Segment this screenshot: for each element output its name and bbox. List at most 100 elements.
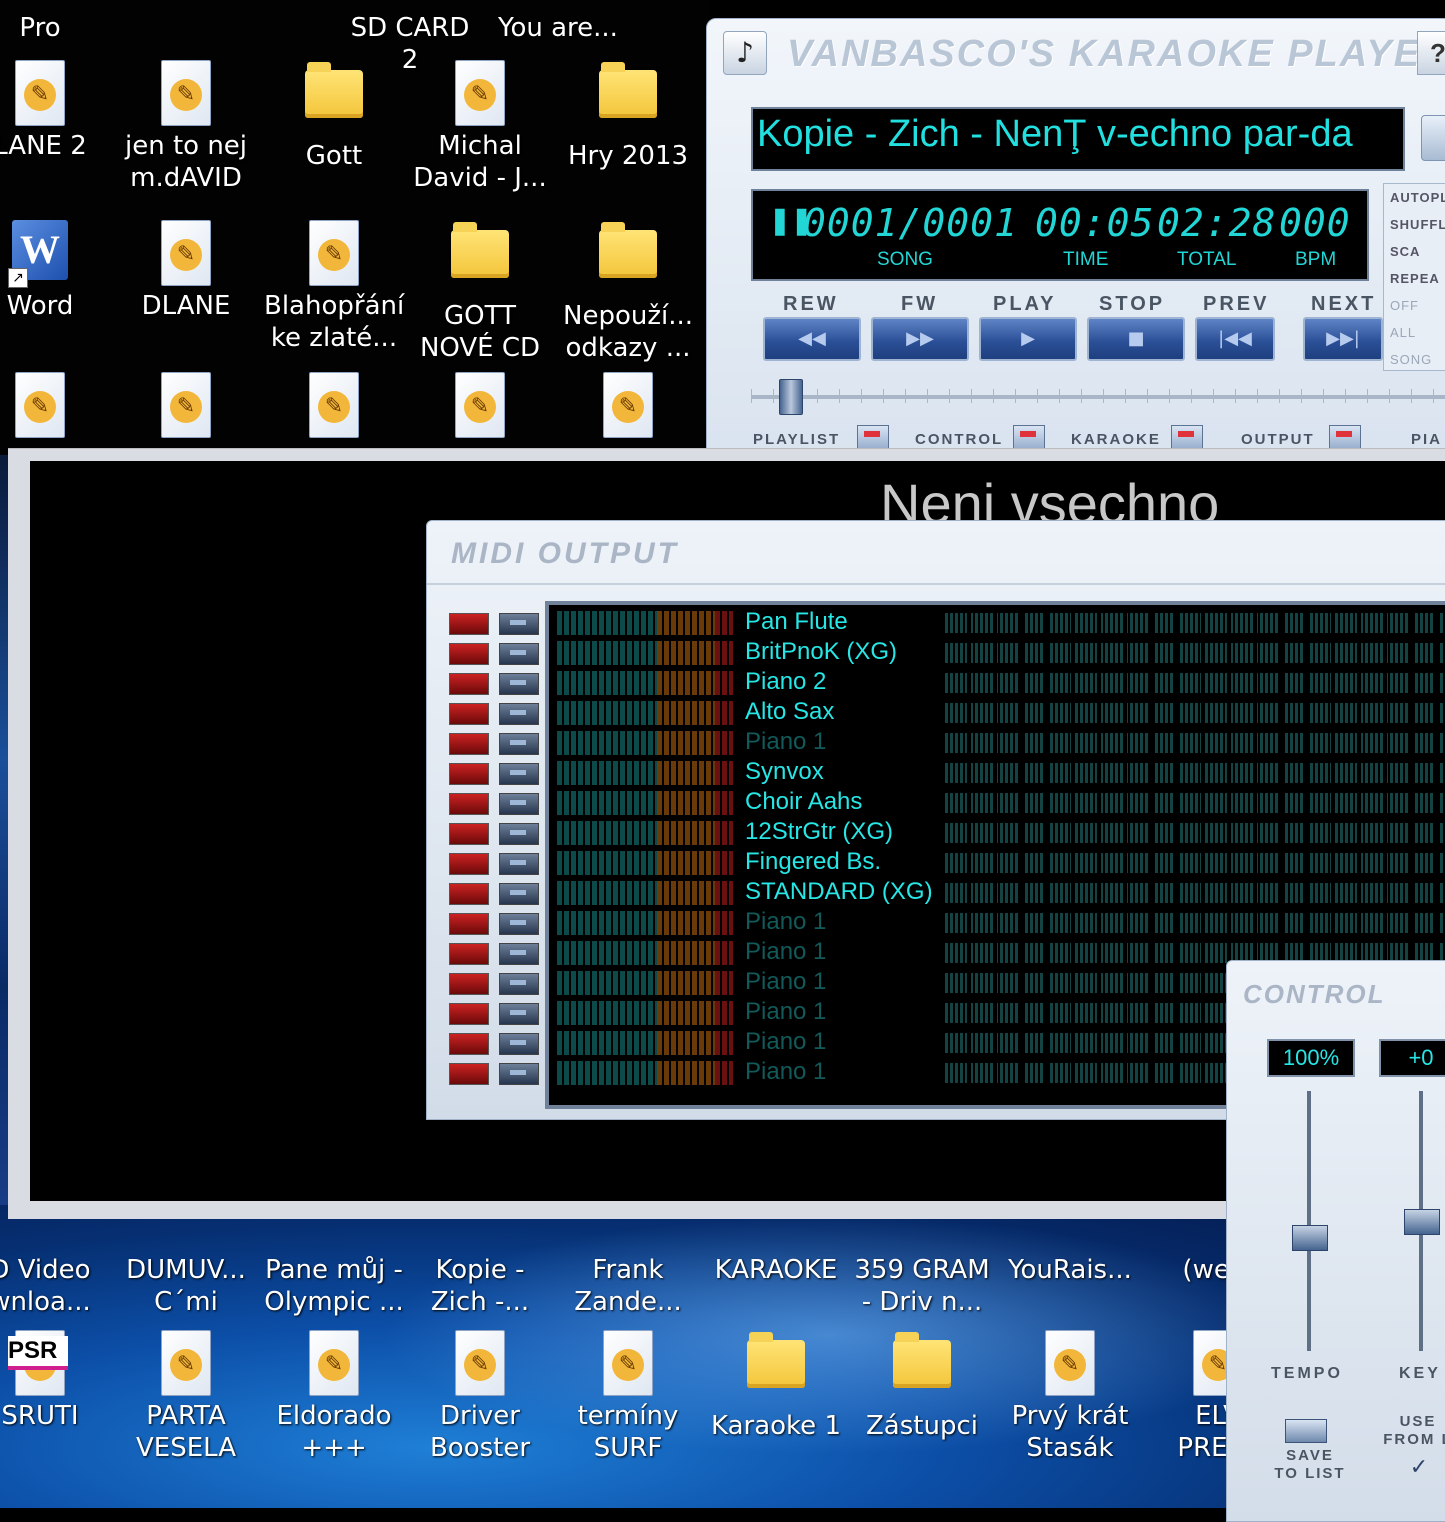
desktop-icon[interactable]: Karaoke 1 — [706, 1330, 846, 1442]
mute-button[interactable] — [449, 613, 489, 635]
document-icon — [455, 60, 505, 126]
mute-button[interactable] — [449, 973, 489, 995]
desktop-icon[interactable]: D Video wnloa... — [0, 1254, 110, 1318]
solo-button[interactable] — [499, 763, 539, 785]
solo-button[interactable] — [499, 883, 539, 905]
tempo-slider[interactable] — [1307, 1091, 1311, 1351]
option-all[interactable]: ALL — [1384, 319, 1445, 346]
desktop-icon[interactable]: Zástupci — [852, 1330, 992, 1442]
mute-button[interactable] — [449, 763, 489, 785]
option-autopl[interactable]: AUTOPL — [1384, 184, 1445, 211]
save-to-list-button[interactable] — [1285, 1419, 1327, 1443]
mute-button[interactable] — [449, 673, 489, 695]
peak-segment — [715, 821, 733, 845]
desktop-icon[interactable] — [0, 372, 110, 442]
desktop-icon[interactable]: Gott — [264, 60, 404, 172]
solo-button[interactable] — [499, 1033, 539, 1055]
mute-button[interactable] — [449, 1003, 489, 1025]
desktop-icon[interactable]: PARTA VESELA — [116, 1330, 256, 1464]
mute-button[interactable] — [449, 883, 489, 905]
note-activity — [945, 613, 1445, 633]
tempo-slider-knob[interactable] — [1292, 1225, 1328, 1251]
open-file-button[interactable] — [1421, 115, 1445, 161]
desktop-icon[interactable]: jen to nej m.dAVID — [116, 60, 256, 194]
solo-button[interactable] — [499, 853, 539, 875]
desktop-icon[interactable]: Blahopřání ke zlaté... — [264, 220, 404, 354]
desktop-icon[interactable]: You are... — [488, 12, 628, 44]
instrument-name: Piano 1 — [745, 1058, 827, 1085]
desktop-icon[interactable]: Kopie - Zich -... — [410, 1254, 550, 1318]
desktop-icon[interactable]: YouRais... — [1000, 1254, 1140, 1286]
solo-button[interactable] — [499, 943, 539, 965]
mute-button[interactable] — [449, 1033, 489, 1055]
use-from-list-checkbox[interactable]: ✓ — [1405, 1455, 1433, 1481]
desktop-icon[interactable]: W Word — [0, 220, 110, 322]
desktop-icon[interactable]: Prvý krát Stasák — [1000, 1330, 1140, 1464]
note-activity — [945, 703, 1445, 723]
desktop-icon[interactable]: Hry 2013 — [558, 60, 698, 172]
option-repea[interactable]: REPEA — [1384, 265, 1445, 292]
desktop-icon[interactable] — [264, 372, 404, 442]
desktop-icon[interactable]: Frank Zande... — [558, 1254, 698, 1318]
note-activity — [945, 913, 1445, 933]
desktop-icon[interactable] — [558, 372, 698, 442]
stop-button[interactable]: ■ — [1087, 317, 1185, 361]
mute-button[interactable] — [449, 913, 489, 935]
desktop-icon[interactable]: termíny SURF — [558, 1330, 698, 1464]
solo-button[interactable] — [499, 673, 539, 695]
desktop-icon[interactable]: KARAOKE — [706, 1254, 846, 1286]
mute-button[interactable] — [449, 853, 489, 875]
mute-button[interactable] — [449, 1063, 489, 1085]
instrument-name: 12StrGtr (XG) — [745, 818, 894, 845]
desktop-icon[interactable] — [116, 372, 256, 442]
desktop-icon[interactable]: LANE 2 — [0, 60, 110, 162]
prev-button[interactable]: |◀◀ — [1195, 317, 1275, 361]
save-label-line1: SAVE — [1286, 1447, 1334, 1464]
option-shuffle[interactable]: SHUFFLE — [1384, 211, 1445, 238]
desktop-icon[interactable]: Michal David - J... — [410, 60, 550, 194]
tempo-label: TEMPO — [1271, 1365, 1343, 1382]
music-note-icon[interactable]: ♪ — [723, 31, 767, 75]
folder-icon — [747, 1332, 805, 1388]
mute-button[interactable] — [449, 943, 489, 965]
solo-button[interactable] — [499, 703, 539, 725]
desktop-icon[interactable]: GOTT NOVÉ CD — [410, 220, 550, 364]
next-button[interactable]: ▶▶| — [1303, 317, 1383, 361]
total-label: TOTAL — [1177, 249, 1237, 270]
position-slider[interactable] — [751, 395, 1445, 399]
desktop-icon[interactable]: Pro — [0, 12, 110, 44]
desktop-icon[interactable] — [410, 372, 550, 442]
position-slider-knob[interactable] — [779, 379, 803, 415]
mute-button[interactable] — [449, 823, 489, 845]
desktop-icon[interactable]: Eldorado +++ — [264, 1330, 404, 1464]
desktop-icon[interactable]: DUMUV... C´mi — [116, 1254, 256, 1318]
folder-icon — [599, 222, 657, 278]
mute-button[interactable] — [449, 733, 489, 755]
solo-button[interactable] — [499, 793, 539, 815]
help-button[interactable]: ? — [1417, 31, 1445, 75]
solo-button[interactable] — [499, 823, 539, 845]
rew-button[interactable]: ◀◀ — [763, 317, 861, 361]
mute-button[interactable] — [449, 643, 489, 665]
key-slider-knob[interactable] — [1404, 1209, 1440, 1235]
solo-button[interactable] — [499, 733, 539, 755]
solo-button[interactable] — [499, 1063, 539, 1085]
solo-button[interactable] — [499, 643, 539, 665]
option-song[interactable]: SONG — [1384, 346, 1445, 373]
solo-button[interactable] — [499, 913, 539, 935]
option-sca[interactable]: SCA — [1384, 238, 1445, 265]
desktop-icon[interactable]: Nepouží... odkazy ... — [558, 220, 698, 364]
solo-button[interactable] — [499, 1003, 539, 1025]
desktop-icon[interactable]: Pane můj - Olympic ... — [264, 1254, 404, 1318]
document-icon — [309, 372, 359, 438]
desktop-icon[interactable]: Driver Booster — [410, 1330, 550, 1464]
solo-button[interactable] — [499, 973, 539, 995]
fw-button[interactable]: ▶▶ — [871, 317, 969, 361]
option-off[interactable]: OFF — [1384, 292, 1445, 319]
desktop-icon[interactable]: DLANE — [116, 220, 256, 322]
play-button[interactable]: ▶ — [979, 317, 1077, 361]
mute-button[interactable] — [449, 793, 489, 815]
mute-button[interactable] — [449, 703, 489, 725]
solo-button[interactable] — [499, 613, 539, 635]
desktop-icon[interactable]: 359 GRAM - Driv n... — [852, 1254, 992, 1318]
